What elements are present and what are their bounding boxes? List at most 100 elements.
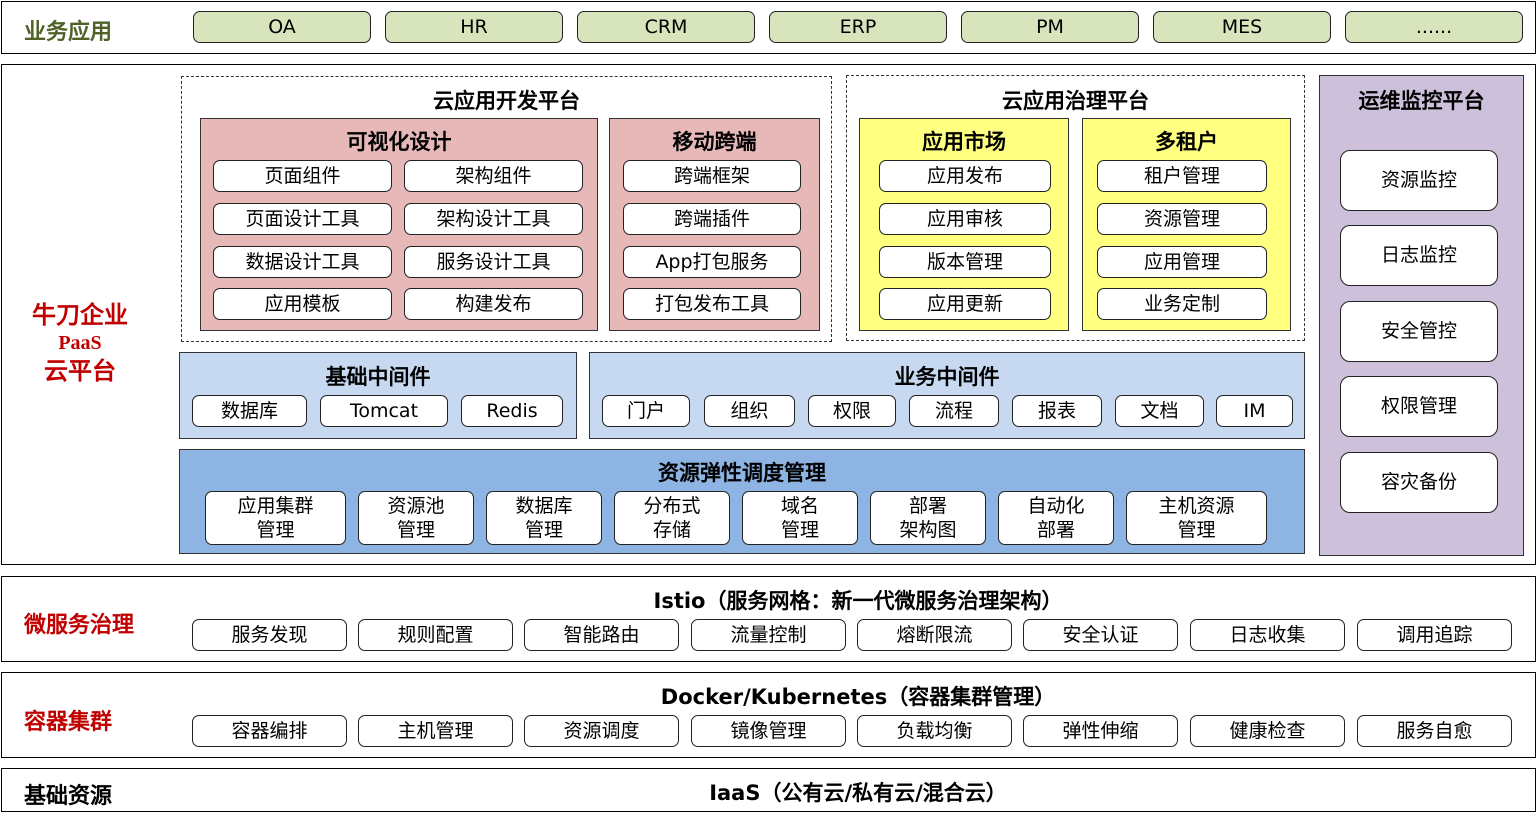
app-market-item[interactable]: 应用更新	[879, 288, 1051, 320]
paas-label-line1: 牛刀企业	[32, 301, 128, 329]
ops-platform-title: 运维监控平台	[1358, 89, 1485, 113]
infra-label: 基础资源	[24, 784, 113, 809]
visual-design-item[interactable]: 构建发布	[404, 288, 583, 320]
mobile-item[interactable]: 跨端插件	[623, 203, 801, 235]
microservice-title: Istio（服务网格：新一代微服务治理架构）	[653, 589, 1063, 613]
container-item[interactable]: 主机管理	[358, 715, 513, 747]
resource-sched-item-line2: 管理	[396, 519, 435, 541]
business-app-erp[interactable]: ERP	[769, 11, 947, 43]
resource-sched-item-line1: 资源池	[387, 495, 445, 517]
business-app-mes[interactable]: MES	[1153, 11, 1331, 43]
container-item[interactable]: 负载均衡	[857, 715, 1012, 747]
microservice-item[interactable]: 智能路由	[524, 619, 679, 651]
microservice-item[interactable]: 熔断限流	[857, 619, 1012, 651]
base-middleware-item[interactable]: Tomcat	[320, 395, 448, 427]
biz-middleware-item[interactable]: 报表	[1012, 395, 1102, 427]
container-item[interactable]: 健康检查	[1190, 715, 1345, 747]
app-market-item[interactable]: 应用发布	[879, 160, 1051, 192]
resource-sched-item[interactable]: 自动化 部署	[998, 491, 1114, 545]
biz-middleware-item[interactable]: 文档	[1115, 395, 1204, 427]
microservice-label: 微服务治理	[24, 613, 135, 638]
microservice-item[interactable]: 服务发现	[192, 619, 347, 651]
mobile-item[interactable]: 跨端框架	[623, 160, 801, 192]
business-apps-label: 业务应用	[24, 20, 113, 45]
visual-design-item[interactable]: 架构组件	[404, 160, 583, 192]
app-market-item[interactable]: 版本管理	[879, 246, 1051, 278]
ops-item[interactable]: 容灾备份	[1340, 452, 1498, 513]
app-market-title: 应用市场	[922, 130, 1006, 154]
resource-sched-item[interactable]: 分布式 存储	[614, 491, 730, 545]
multi-tenant-item[interactable]: 应用管理	[1097, 246, 1267, 278]
resource-sched-item-line1: 主机资源	[1158, 495, 1235, 517]
resource-sched-item-line2: 管理	[1177, 519, 1216, 541]
microservice-item[interactable]: 流量控制	[691, 619, 846, 651]
resource-sched-item-line1: 自动化	[1027, 495, 1085, 517]
base-middleware-title: 基础中间件	[325, 365, 431, 389]
container-item[interactable]: 镜像管理	[691, 715, 846, 747]
resource-sched-item[interactable]: 域名 管理	[742, 491, 858, 545]
multi-tenant-item[interactable]: 资源管理	[1097, 203, 1267, 235]
biz-middleware-item[interactable]: 权限	[808, 395, 896, 427]
base-middleware-item[interactable]: Redis	[461, 395, 563, 427]
resource-sched-item[interactable]: 主机资源 管理	[1126, 491, 1267, 545]
business-app-oa[interactable]: OA	[193, 11, 371, 43]
mobile-item[interactable]: 打包发布工具	[623, 288, 801, 320]
app-market-item[interactable]: 应用审核	[879, 203, 1051, 235]
paas-label-line2: PaaS	[58, 332, 102, 354]
ops-item[interactable]: 权限管理	[1340, 376, 1498, 437]
resource-sched-item-line2: 管理	[780, 519, 819, 541]
infra-title: IaaS（公有云/私有云/混合云）	[709, 781, 1007, 805]
resource-sched-item-line2: 部署	[1036, 519, 1075, 541]
microservice-item[interactable]: 调用追踪	[1357, 619, 1512, 651]
business-app-hr[interactable]: HR	[385, 11, 563, 43]
microservice-item[interactable]: 规则配置	[358, 619, 513, 651]
ops-item[interactable]: 安全管控	[1340, 301, 1498, 362]
microservice-item[interactable]: 日志收集	[1190, 619, 1345, 651]
paas-label-line3: 云平台	[44, 357, 116, 385]
container-item[interactable]: 容器编排	[192, 715, 347, 747]
visual-design-title: 可视化设计	[346, 130, 452, 154]
resource-sched-item-line1: 分布式	[643, 495, 701, 517]
base-middleware-item[interactable]: 数据库	[192, 395, 307, 427]
container-item[interactable]: 弹性伸缩	[1023, 715, 1178, 747]
resource-sched-item-line2: 架构图	[899, 519, 957, 541]
visual-design-item[interactable]: 架构设计工具	[404, 203, 583, 235]
biz-middleware-title: 业务中间件	[894, 365, 1000, 389]
visual-design-item[interactable]: 页面设计工具	[213, 203, 392, 235]
container-label: 容器集群	[24, 710, 113, 735]
biz-middleware-item[interactable]: 组织	[704, 395, 795, 427]
business-app-crm[interactable]: CRM	[577, 11, 755, 43]
business-app-more[interactable]: ......	[1345, 11, 1523, 43]
ops-item[interactable]: 资源监控	[1340, 150, 1498, 211]
visual-design-item[interactable]: 数据设计工具	[213, 246, 392, 278]
dev-platform-title: 云应用开发平台	[433, 89, 580, 113]
mobile-item[interactable]: App打包服务	[623, 246, 801, 278]
ops-item[interactable]: 日志监控	[1340, 225, 1498, 286]
resource-sched-item-line1: 域名	[780, 495, 819, 517]
mobile-title: 移动跨端	[672, 130, 757, 154]
resource-sched-item[interactable]: 数据库 管理	[486, 491, 602, 545]
microservice-item[interactable]: 安全认证	[1023, 619, 1178, 651]
multi-tenant-item[interactable]: 租户管理	[1097, 160, 1267, 192]
container-item[interactable]: 资源调度	[524, 715, 679, 747]
resource-sched-item[interactable]: 资源池 管理	[358, 491, 474, 545]
container-item[interactable]: 服务自愈	[1357, 715, 1512, 747]
resource-sched-item-line2: 管理	[524, 519, 563, 541]
visual-design-item[interactable]: 应用模板	[213, 288, 392, 320]
resource-sched-item[interactable]: 应用集群 管理	[205, 491, 346, 545]
visual-design-item[interactable]: 服务设计工具	[404, 246, 583, 278]
resource-sched-item-line2: 存储	[652, 519, 691, 541]
container-title: Docker/Kubernetes（容器集群管理）	[660, 685, 1056, 709]
biz-middleware-item[interactable]: 流程	[909, 395, 999, 427]
resource-sched-item[interactable]: 部署 架构图	[870, 491, 986, 545]
multi-tenant-item[interactable]: 业务定制	[1097, 288, 1267, 320]
resource-sched-title: 资源弹性调度管理	[658, 461, 826, 485]
multi-tenant-title: 多租户	[1155, 130, 1218, 154]
gov-platform-title: 云应用治理平台	[1002, 89, 1149, 113]
business-app-pm[interactable]: PM	[961, 11, 1139, 43]
biz-middleware-item[interactable]: IM	[1216, 395, 1293, 427]
visual-design-item[interactable]: 页面组件	[213, 160, 392, 192]
biz-middleware-item[interactable]: 门户	[602, 395, 690, 427]
resource-sched-item-line2: 管理	[256, 519, 295, 541]
resource-sched-item-line1: 应用集群	[237, 495, 314, 517]
